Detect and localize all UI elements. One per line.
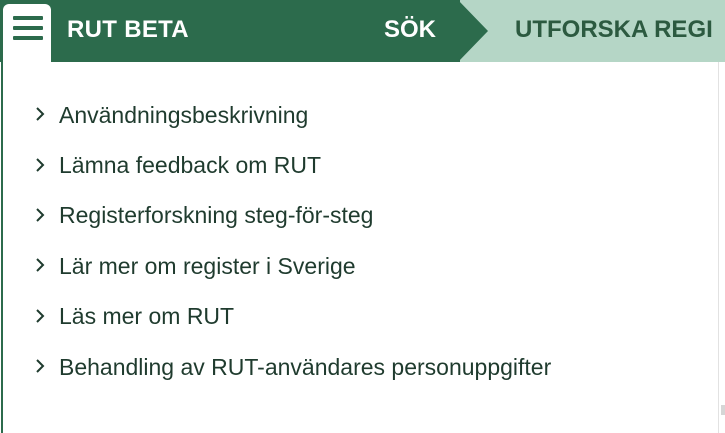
menu-item-las-mer[interactable]: Läs mer om RUT (3, 292, 718, 342)
menu-dropdown-panel: Användningsbeskrivning Lämna feedback om… (1, 62, 719, 433)
hamburger-bar (13, 36, 43, 40)
menu-item-label: Lär mer om register i Sverige (59, 252, 356, 279)
hamburger-menu-icon (13, 16, 43, 20)
top-navigation-bar: RUT BETA SÖK UTFORSKA REGI (0, 0, 725, 62)
menu-item-personuppgifter[interactable]: Behandling av RUT-användares personuppgi… (3, 342, 718, 392)
chevron-right-icon (34, 358, 46, 374)
chevron-right-icon (34, 207, 46, 223)
brand-title[interactable]: RUT BETA (67, 16, 189, 44)
chevron-right-icon (34, 257, 46, 273)
page: RUT BETA SÖK UTFORSKA REGI Användningsbe… (0, 0, 725, 433)
menu-item-feedback[interactable]: Lämna feedback om RUT (3, 140, 718, 190)
menu-item-register-sverige[interactable]: Lär mer om register i Sverige (3, 241, 718, 291)
chevron-right-icon (34, 157, 46, 173)
hamburger-bar (13, 26, 43, 30)
sok-tab-arrow (458, 0, 488, 62)
menu-item-label: Registerforskning steg-för-steg (59, 202, 374, 229)
menu-item-anvandningsbeskrivning[interactable]: Användningsbeskrivning (3, 90, 718, 140)
menu-item-label: Behandling av RUT-användares personuppgi… (59, 353, 552, 380)
menu-item-registerforskning[interactable]: Registerforskning steg-för-steg (3, 191, 718, 241)
chevron-right-icon (34, 308, 46, 324)
nav-tab-sok[interactable]: SÖK (384, 16, 436, 44)
menu-item-label: Lämna feedback om RUT (59, 152, 322, 179)
scrollbar-edge[interactable] (721, 405, 725, 415)
hamburger-menu-button[interactable] (3, 4, 51, 62)
menu-item-label: Användningsbeskrivning (59, 101, 309, 128)
chevron-right-icon (34, 106, 46, 122)
menu-item-label: Läs mer om RUT (59, 303, 235, 330)
menu-list: Användningsbeskrivning Lämna feedback om… (3, 90, 718, 392)
nav-tab-utforska[interactable]: UTFORSKA REGI (515, 16, 713, 44)
